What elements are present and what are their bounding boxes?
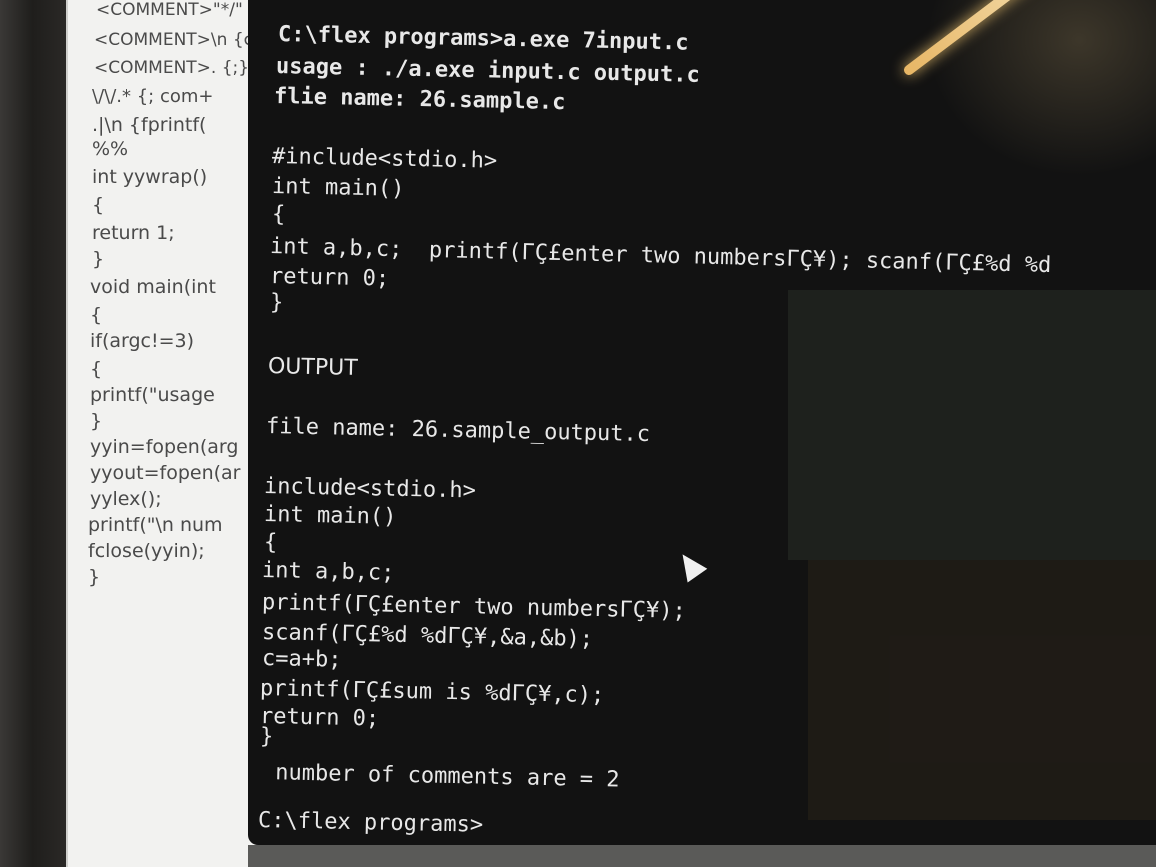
terminal-line: int main()	[271, 174, 405, 202]
comment-count-output: number of comments are = 2	[261, 760, 620, 793]
editor-line: printf("usage	[90, 384, 215, 406]
desk-surface	[248, 845, 1156, 867]
terminal-line: C:\flex programs>a.exe 7input.c	[277, 22, 689, 56]
terminal-line: #include<stdio.h>	[271, 144, 498, 174]
editor-line: <COMMENT>"*/"	[96, 0, 243, 20]
code-editor-window[interactable]: <COMMENT>"*/" <COMMENT>\n {c <COMMENT>. …	[66, 0, 278, 867]
editor-line: <COMMENT>. {;}	[94, 58, 250, 78]
editor-line: yylex();	[90, 488, 162, 510]
editor-line: yyout=fopen(ar	[90, 462, 241, 484]
editor-line: if(argc!=3)	[90, 330, 195, 352]
editor-line: {	[90, 304, 103, 326]
editor-line: }	[88, 566, 101, 588]
terminal-line: int a,b,c;	[261, 558, 395, 586]
editor-line: {	[90, 358, 103, 380]
terminal-line: int main()	[263, 502, 397, 530]
monitor-bezel	[0, 0, 72, 867]
terminal-line: include<stdio.h>	[263, 474, 477, 504]
terminal-line: flie name: 26.sample.c	[273, 84, 566, 116]
editor-line: \/\/.* {; com+	[92, 86, 214, 107]
terminal-line: {	[271, 202, 286, 228]
editor-line: %%	[92, 138, 129, 160]
terminal-line: return 0;	[259, 704, 380, 732]
terminal-line: {	[263, 530, 278, 556]
editor-line: printf("\n num	[88, 514, 223, 536]
terminal-line: file name: 26.sample_output.c	[265, 414, 651, 448]
editor-line: int yywrap()	[92, 166, 208, 188]
terminal-line: c=a+b;	[261, 646, 342, 673]
mouse-pointer-icon	[672, 547, 708, 583]
screen-reflection	[808, 560, 1156, 820]
editor-line: return 1;	[92, 222, 175, 244]
terminal-line: }	[269, 290, 284, 316]
terminal-line: printf(ΓÇ£enter two numbersΓÇ¥);	[261, 590, 687, 624]
editor-line: void main(int	[90, 276, 216, 298]
editor-line: }	[90, 410, 103, 432]
terminal-line: usage : ./a.exe input.c output.c	[275, 54, 701, 88]
command-prompt-window[interactable]: C:\flex programs>a.exe 7input.c usage : …	[248, 0, 1156, 845]
editor-line: fclose(yyin);	[88, 540, 205, 562]
editor-line: .|\n {fprintf(	[92, 114, 207, 136]
editor-line: <COMMENT>\n {c	[94, 30, 253, 50]
editor-line: }	[92, 248, 105, 270]
terminal-line: printf(ΓÇ£sum is %dΓÇ¥,c);	[259, 676, 605, 709]
command-prompt[interactable]: C:\flex programs>	[258, 808, 484, 838]
screen-reflection	[788, 290, 1156, 560]
editor-line: yyin=fopen(arg	[90, 436, 239, 458]
terminal-line: return 0;	[269, 264, 390, 292]
editor-line: {	[92, 194, 105, 216]
terminal-line: }	[259, 724, 274, 750]
terminal-line: OUTPUT	[267, 354, 358, 381]
